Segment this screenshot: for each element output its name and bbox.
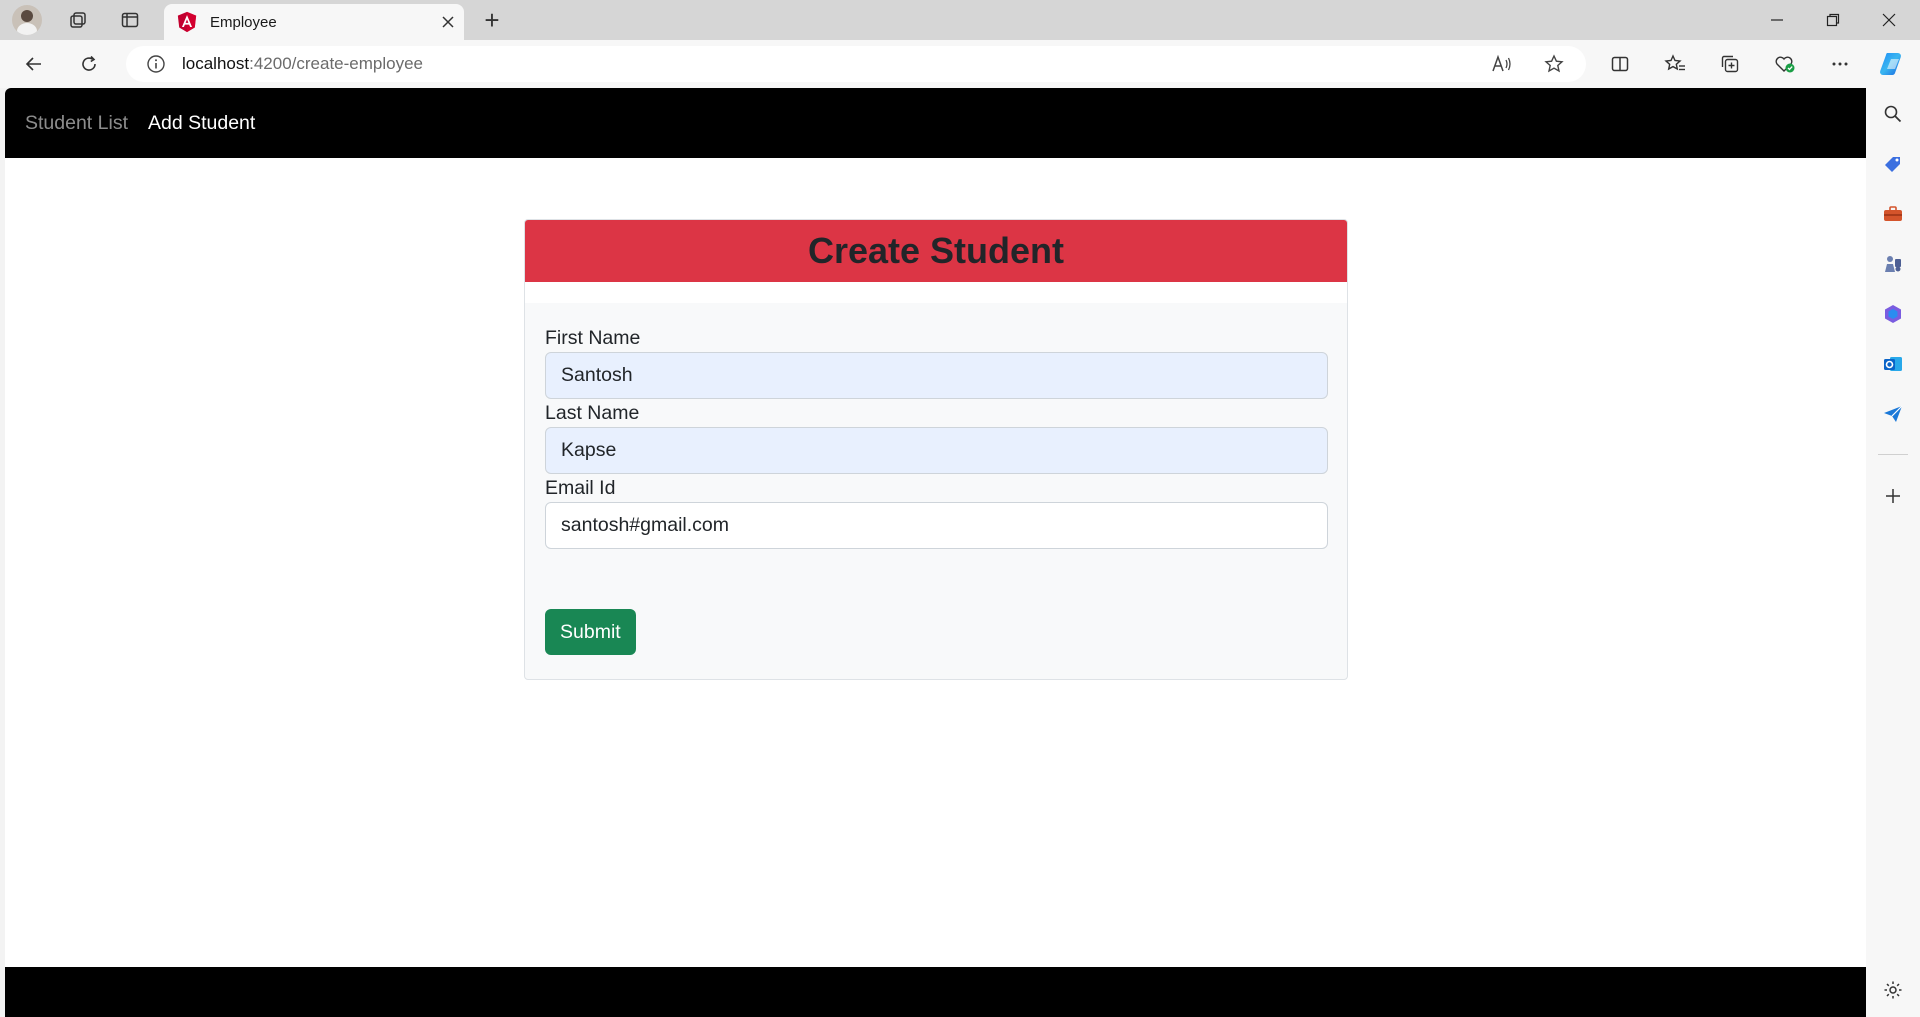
page-title: Create Student [807, 230, 1065, 271]
last-name-field[interactable] [545, 427, 1328, 474]
office-icon[interactable] [1875, 296, 1911, 332]
address-path: :4200/create-employee [249, 54, 423, 73]
browser-toolbar: localhost:4200/create-employee [0, 40, 1920, 88]
browser-essentials-icon[interactable] [1765, 46, 1805, 82]
address-bar[interactable]: localhost:4200/create-employee [126, 46, 1586, 82]
page-viewport: Student List Add Student Create Student … [5, 88, 1866, 1017]
favorite-star-icon[interactable] [1536, 46, 1572, 82]
first-name-label: First Name [545, 327, 641, 349]
create-student-card: Create Student First Name Last Name Emai… [524, 219, 1348, 680]
tab-title: Employee [210, 13, 277, 31]
edge-sidebar [1866, 88, 1920, 1017]
favorites-icon[interactable] [1655, 46, 1695, 82]
send-icon[interactable] [1875, 396, 1911, 432]
collections-icon[interactable] [1710, 46, 1750, 82]
games-icon[interactable] [1875, 246, 1911, 282]
refresh-icon[interactable] [71, 46, 107, 82]
submit-button[interactable]: Submit [545, 609, 636, 655]
sidebar-divider [1878, 454, 1908, 455]
more-icon[interactable] [1820, 46, 1860, 82]
nav-add-student[interactable]: Add Student [138, 88, 265, 158]
search-icon[interactable] [1875, 96, 1911, 132]
address-host: localhost [182, 54, 250, 73]
back-icon[interactable] [16, 46, 52, 82]
card-header: Create Student [525, 220, 1347, 282]
split-screen-icon[interactable] [1600, 46, 1640, 82]
window-close-icon[interactable] [1862, 0, 1916, 40]
settings-icon[interactable] [1875, 972, 1911, 1008]
info-icon[interactable] [136, 46, 176, 82]
add-icon[interactable] [1875, 478, 1911, 514]
browser-tab-active[interactable]: Employee [164, 4, 464, 40]
email-label: Email Id [545, 477, 616, 499]
minimize-icon[interactable] [1750, 0, 1804, 40]
address-text: localhost:4200/create-employee [182, 54, 423, 74]
first-name-field[interactable] [545, 352, 1328, 399]
profile-avatar[interactable] [12, 5, 42, 35]
nav-student-list[interactable]: Student List [15, 88, 138, 158]
email-field[interactable] [545, 502, 1328, 549]
browser-titlebar: Employee + [0, 0, 1920, 40]
app-footer [5, 967, 1866, 1017]
student-form: First Name Last Name Email Id Submit [525, 303, 1347, 655]
tools-icon[interactable] [1875, 196, 1911, 232]
close-icon[interactable] [432, 6, 464, 38]
last-name-label: Last Name [545, 402, 640, 424]
restore-icon[interactable] [1806, 0, 1860, 40]
copilot-icon[interactable] [1872, 46, 1912, 82]
outlook-icon[interactable] [1875, 346, 1911, 382]
plus-icon[interactable]: + [474, 4, 510, 36]
shopping-tag-icon[interactable] [1875, 146, 1911, 182]
tab-actions-icon[interactable] [108, 4, 152, 36]
angular-logo-icon [177, 11, 197, 33]
read-aloud-icon[interactable] [1484, 46, 1520, 82]
card-header-spacer [525, 282, 1347, 303]
workspaces-icon[interactable] [56, 4, 100, 36]
app-navbar: Student List Add Student [5, 88, 1866, 158]
